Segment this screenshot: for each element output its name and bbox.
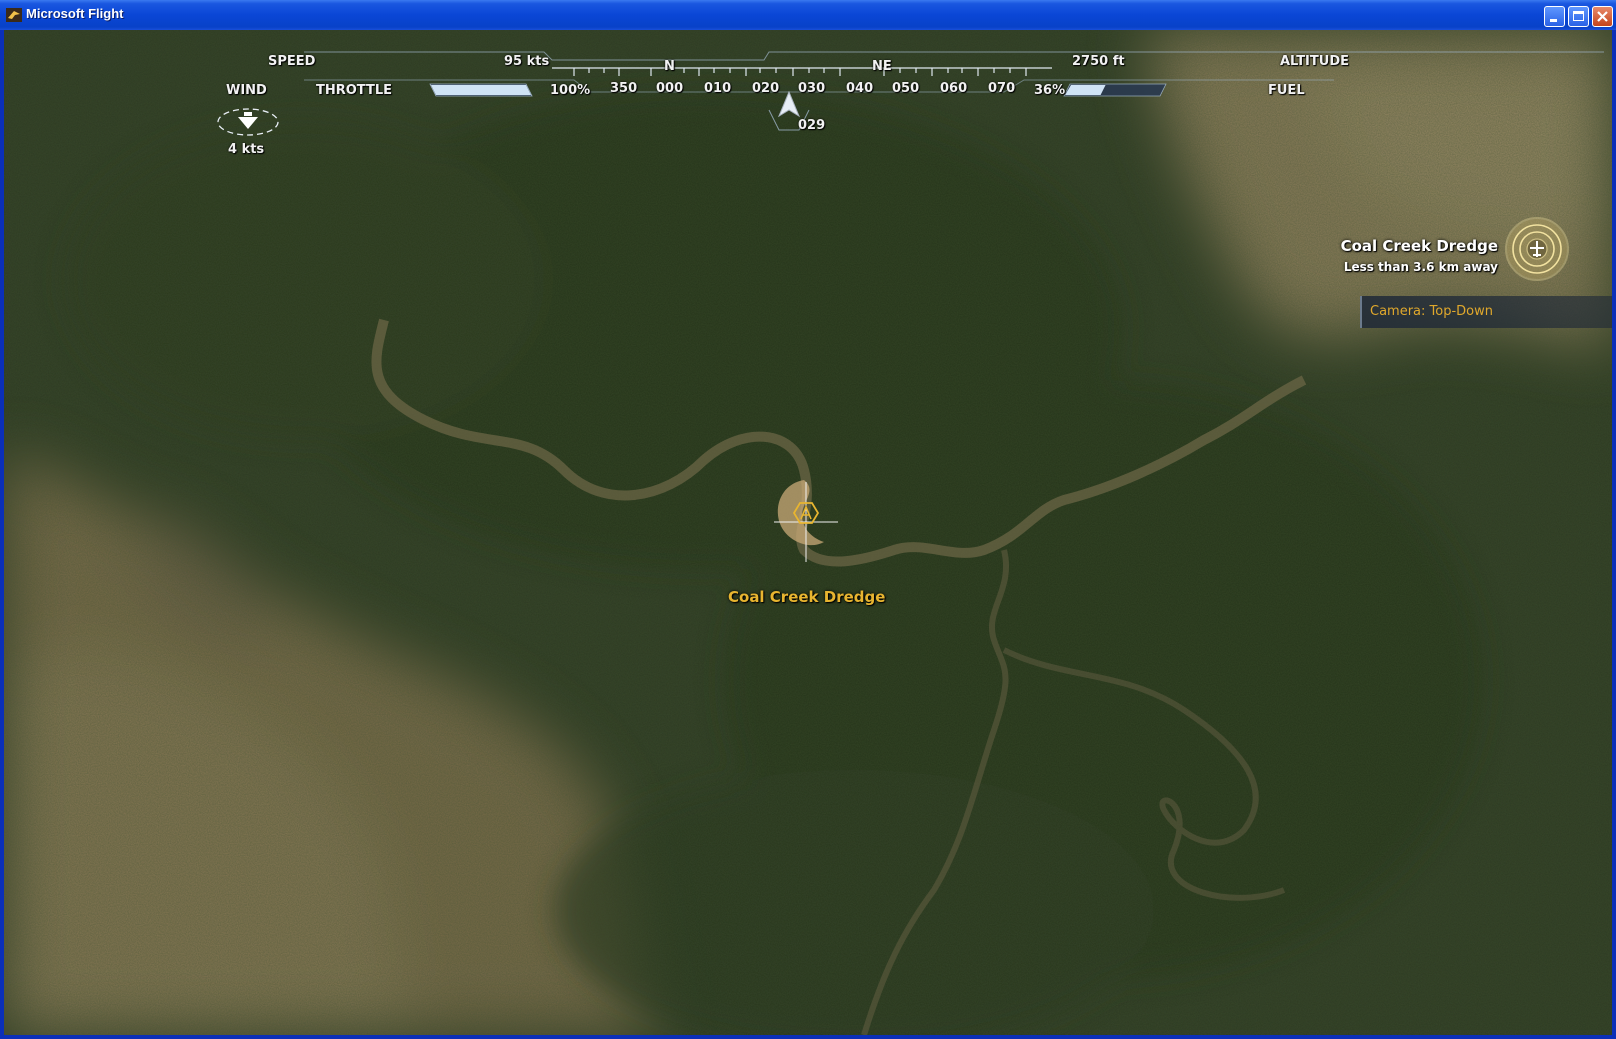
compass-tick-030: 030 — [798, 81, 826, 96]
camera-mode-label: Camera: Top-Down — [1370, 304, 1493, 319]
maximize-icon — [1573, 11, 1584, 21]
poi-title: Coal Creek Dredge — [1340, 237, 1498, 255]
compass-tick-070: 070 — [988, 81, 1016, 96]
compass-letter-n: N — [664, 59, 675, 74]
flight-view[interactable]: SPEED 95 kts WIND THROTTLE 100% 4 kts N … — [4, 30, 1612, 1035]
close-icon — [1597, 11, 1608, 22]
wind-label: WIND — [226, 83, 267, 98]
altitude-label: ALTITUDE — [1280, 54, 1349, 69]
compass-tick-050: 050 — [892, 81, 920, 96]
wind-value: 4 kts — [228, 142, 265, 157]
compass-letter-ne: NE — [872, 59, 892, 74]
fuel-bar — [1063, 83, 1167, 97]
destination-marker[interactable] — [766, 470, 856, 570]
hud-frame-line — [304, 51, 1604, 61]
throttle-bar — [429, 83, 533, 97]
speed-value: 95 kts — [504, 54, 550, 69]
title-bar[interactable]: Microsoft Flight — [0, 0, 1616, 30]
speed-label: SPEED — [268, 54, 316, 69]
window-title: Microsoft Flight — [26, 6, 124, 21]
compass-tick-010: 010 — [704, 81, 732, 96]
poi-distance: Less than 3.6 km away — [1343, 260, 1498, 274]
throttle-value: 100% — [550, 83, 591, 98]
camera-mode-bar: Camera: Top-Down — [1360, 296, 1612, 328]
compass-tick-020: 020 — [752, 81, 780, 96]
minimize-icon — [1550, 19, 1557, 22]
fuel-value: 36% — [1034, 83, 1066, 98]
destination-marker-label: Coal Creek Dredge — [728, 588, 886, 606]
fuel-label: FUEL — [1268, 83, 1305, 98]
hud-overlay — [217, 51, 1604, 136]
compass-tick-350: 350 — [610, 81, 638, 96]
wind-indicator-icon — [217, 108, 279, 136]
app-icon — [6, 8, 22, 22]
close-button[interactable] — [1592, 6, 1613, 27]
throttle-label: THROTTLE — [316, 83, 393, 98]
maximize-button[interactable] — [1568, 6, 1589, 27]
compass-ticks — [573, 68, 1027, 76]
altitude-value: 2750 ft — [1072, 54, 1125, 69]
app-window: Microsoft Flight SPEED 95 kts WIND THROT… — [0, 0, 1616, 1039]
minimize-button[interactable] — [1544, 6, 1565, 27]
heading-value: 029 — [798, 118, 826, 133]
compass-tick-000: 000 — [656, 81, 684, 96]
compass-tick-060: 060 — [940, 81, 968, 96]
compass-tick-040: 040 — [846, 81, 874, 96]
airport-radar-icon[interactable] — [1504, 216, 1570, 282]
